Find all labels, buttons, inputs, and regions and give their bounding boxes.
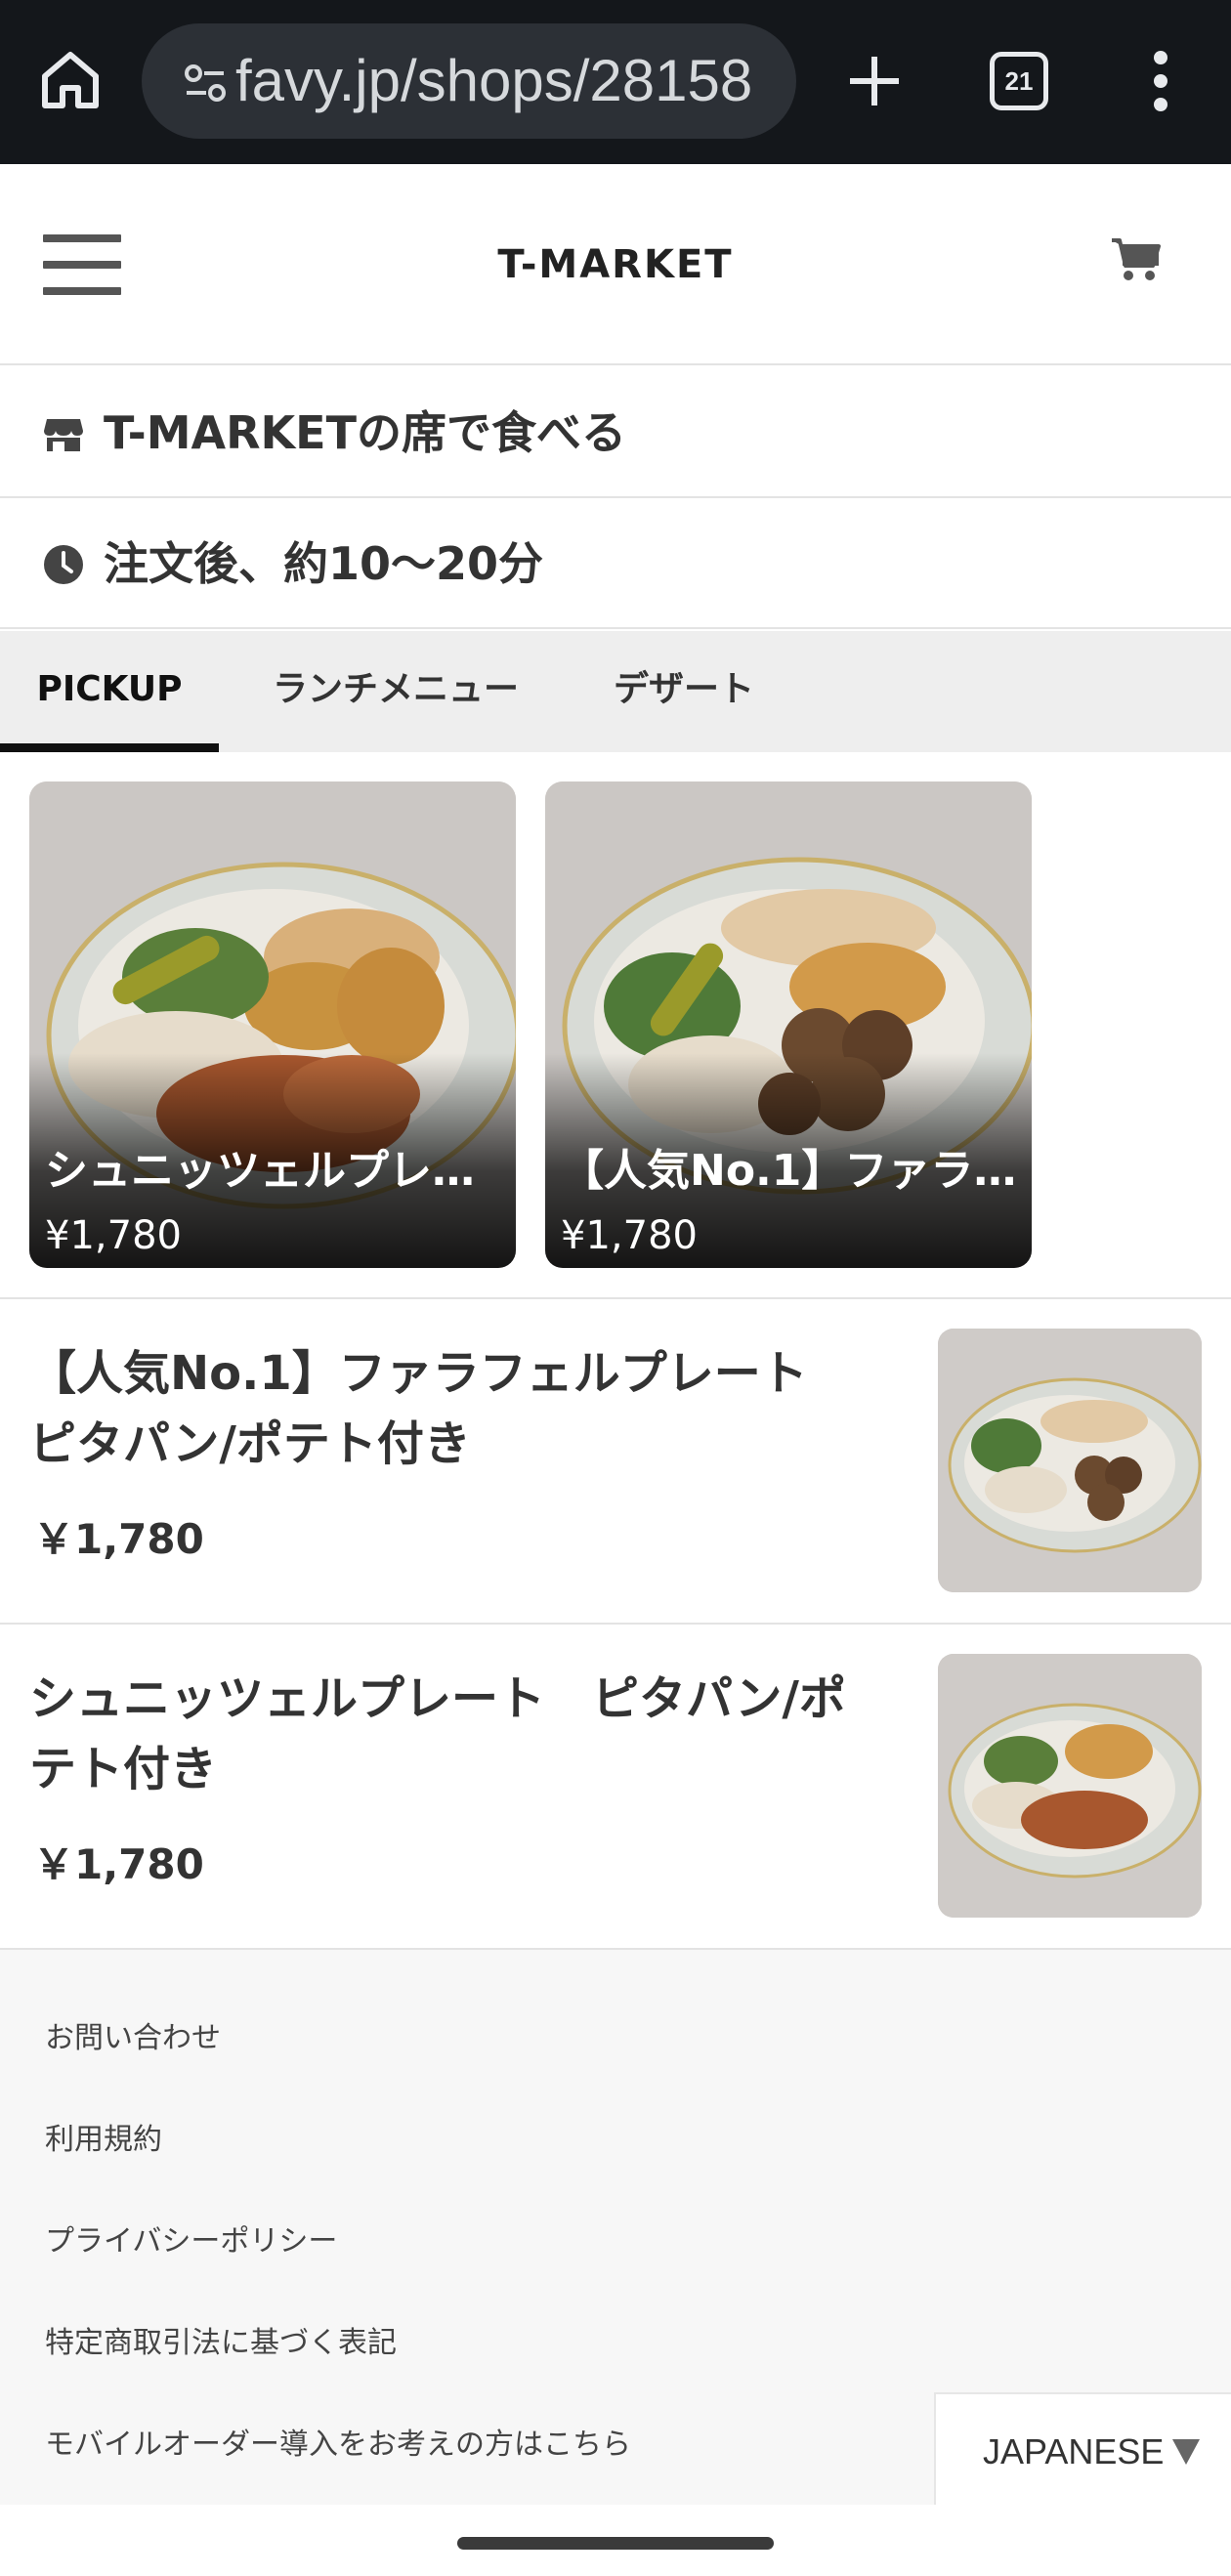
home-icon[interactable]: [35, 45, 106, 115]
language-value: JAPANESE: [983, 2431, 1165, 2471]
cart-icon[interactable]: [1106, 231, 1165, 289]
menu-item-thumbnail: [938, 1654, 1202, 1918]
footer-link-terms[interactable]: 利用規約: [45, 2115, 162, 2158]
clock-icon: [43, 544, 84, 585]
menu-item-name: シュニッツェルプレート ピタパン/ポテト付き: [29, 1671, 846, 1796]
pickup-card[interactable]: 【人気No.1】ファラフェルプレート ピタパン/ポテト付き ¥1,780: [545, 781, 1032, 1268]
browser-toolbar: favy.jp/shops/28158 21: [0, 0, 1231, 164]
site-settings-icon[interactable]: [183, 61, 228, 106]
more-vert-icon[interactable]: [1143, 47, 1178, 115]
site-header: T-MARKET: [0, 164, 1231, 365]
url-text[interactable]: favy.jp/shops/28158: [235, 23, 752, 139]
menu-item-price: ￥1,780: [33, 1515, 204, 1563]
pickup-card-title: 【人気No.1】ファラフェルプレート ピタパン/ポテト付き: [561, 1146, 1020, 1196]
footer-link-contact[interactable]: お問い合わせ: [45, 2013, 221, 2056]
chevron-down-icon: [1172, 2439, 1200, 2465]
pickup-card-title: シュニッツェルプレート ピタパン/ポテト付き: [45, 1146, 504, 1196]
pickup-card[interactable]: シュニッツェルプレート ピタパン/ポテト付き ¥1,780: [29, 781, 516, 1268]
tab-lunch-menu[interactable]: ランチメニュー: [244, 631, 547, 752]
pickup-card-price: ¥1,780: [561, 1213, 698, 1258]
footer-link-mobile-order[interactable]: モバイルオーダー導入をお考えの方はこちら: [45, 2420, 631, 2463]
address-bar[interactable]: favy.jp/shops/28158: [142, 23, 796, 139]
pickup-card-price: ¥1,780: [45, 1213, 182, 1258]
category-tabs: PICKUP ランチメニュー デザート: [0, 631, 1231, 752]
menu-item-price: ￥1,780: [33, 1840, 204, 1888]
wait-time-row: 注文後、約10〜20分: [0, 498, 1231, 629]
menu-list-item[interactable]: シュニッツェルプレート ピタパン/ポテト付き ￥1,780: [0, 1625, 1231, 1950]
footer-link-privacy[interactable]: プライバシーポリシー: [45, 2217, 337, 2259]
hamburger-menu-icon[interactable]: [43, 234, 121, 295]
tab-pickup[interactable]: PICKUP: [0, 631, 219, 752]
tab-dessert[interactable]: デザート: [586, 631, 782, 752]
new-tab-icon[interactable]: [842, 49, 907, 113]
store-icon: [43, 413, 84, 454]
dine-in-row[interactable]: T-MARKETの席で食べる: [0, 367, 1231, 498]
tab-switcher-icon[interactable]: 21: [990, 52, 1048, 110]
menu-item-thumbnail: [938, 1329, 1202, 1592]
menu-item-name: 【人気No.1】ファラフェルプレート ピタパン/ポテト付き: [29, 1346, 855, 1471]
wait-time-label: 注文後、約10〜20分: [104, 537, 544, 590]
footer-link-commerce-act[interactable]: 特定商取引法に基づく表記: [45, 2318, 397, 2361]
pickup-carousel: シュニッツェルプレート ピタパン/ポテト付き ¥1,780 【人気No.1】ファ…: [0, 752, 1231, 1299]
menu-list-item[interactable]: 【人気No.1】ファラフェルプレート ピタパン/ポテト付き ￥1,780: [0, 1299, 1231, 1625]
brand-logo[interactable]: T-MARKET: [0, 164, 1231, 365]
dine-in-label: T-MARKETの席で食べる: [104, 406, 626, 459]
language-select[interactable]: JAPANESE: [934, 2392, 1231, 2508]
gesture-handle[interactable]: [457, 2537, 774, 2550]
